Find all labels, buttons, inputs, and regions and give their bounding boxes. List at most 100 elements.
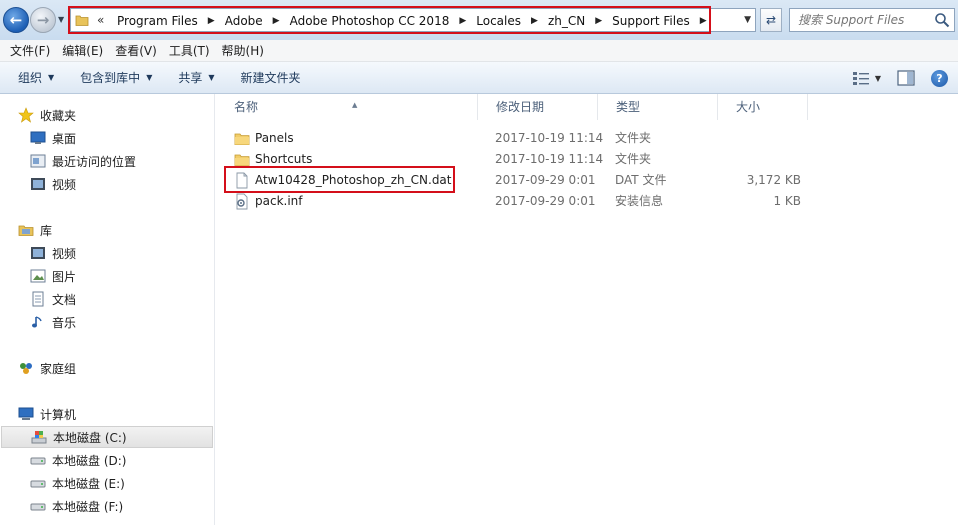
help-icon[interactable]: ? xyxy=(931,69,948,87)
breadcrumb-support-files[interactable]: Support Files xyxy=(608,14,694,28)
search-input[interactable] xyxy=(790,9,930,31)
file-row-dat[interactable]: Atw10428_Photoshop_zh_CN.dat 2017-09-29 … xyxy=(216,170,958,191)
drive-icon xyxy=(30,457,46,465)
breadcrumb-arrow-icon[interactable]: ▶ xyxy=(267,16,286,26)
preview-pane-icon[interactable] xyxy=(897,70,915,86)
file-date: 2017-09-29 0:01 xyxy=(495,173,596,187)
nav-item-desktop[interactable]: 桌面 xyxy=(30,127,76,149)
nav-item-videos-fav[interactable]: 视频 xyxy=(30,173,76,195)
column-header-type[interactable]: 类型 xyxy=(598,94,718,120)
back-button[interactable]: ← xyxy=(3,7,29,33)
nav-libraries[interactable]: 库 xyxy=(18,219,52,241)
organize-label: 组织 xyxy=(18,70,43,85)
recent-pages-dropdown[interactable]: ▼ xyxy=(58,16,68,24)
nav-drive-c[interactable]: 本地磁盘 (C:) xyxy=(1,426,213,448)
view-options-icon[interactable] xyxy=(851,69,873,87)
file-date: 2017-10-19 11:14 xyxy=(495,131,604,145)
column-header-size[interactable]: 大小 xyxy=(718,94,808,120)
chevron-down-icon: ▼ xyxy=(146,72,153,82)
nav-item-label: 本地磁盘 (E:) xyxy=(52,476,125,491)
nav-favorites[interactable]: 收藏夹 xyxy=(18,104,76,126)
nav-computer-label: 计算机 xyxy=(40,407,77,422)
breadcrumb-locales[interactable]: Locales xyxy=(472,14,525,28)
breadcrumb-arrow-icon[interactable]: ▶ xyxy=(589,16,608,26)
documents-icon xyxy=(32,291,44,307)
nav-item-videos[interactable]: 视频 xyxy=(30,242,76,264)
video-icon xyxy=(31,178,45,190)
include-library-label: 包含到库中 xyxy=(80,70,141,85)
folder-icon xyxy=(234,133,250,145)
forward-button[interactable]: → xyxy=(30,7,56,33)
breadcrumb: Program Files ▶ Adobe ▶ Adobe Photoshop … xyxy=(113,13,713,29)
file-type: 安装信息 xyxy=(615,194,664,208)
nav-item-label: 本地磁盘 (F:) xyxy=(52,499,124,514)
share-button[interactable]: 共享 ▼ xyxy=(170,66,222,90)
column-header-name[interactable]: 名称 ▲ xyxy=(216,94,478,120)
file-row-panels[interactable]: Panels 2017-10-19 11:14 文件夹 xyxy=(216,128,958,149)
computer-icon xyxy=(18,407,34,420)
breadcrumb-arrow-icon[interactable]: ▶ xyxy=(202,16,221,26)
folder-icon xyxy=(234,154,250,166)
nav-drive-d[interactable]: 本地磁盘 (D:) xyxy=(30,449,126,471)
breadcrumb-arrow-icon[interactable]: ▶ xyxy=(525,16,544,26)
nav-item-music[interactable]: 音乐 xyxy=(30,311,76,333)
file-size: 1 KB xyxy=(773,194,801,208)
nav-item-label: 音乐 xyxy=(52,315,77,330)
navigation-pane: 收藏夹 桌面 最近访问的位置 视频 库 视频 图片 文档 音乐 家庭组 计算机 … xyxy=(0,94,215,525)
breadcrumb-adobe[interactable]: Adobe xyxy=(221,14,267,28)
column-date-label: 修改日期 xyxy=(496,100,545,114)
column-type-label: 类型 xyxy=(616,100,641,114)
drive-icon xyxy=(30,480,46,488)
library-icon xyxy=(18,225,34,236)
nav-libraries-label: 库 xyxy=(40,223,53,238)
column-header-date[interactable]: 修改日期 xyxy=(478,94,598,120)
breadcrumb-program-files[interactable]: Program Files xyxy=(113,14,202,28)
nav-item-documents[interactable]: 文档 xyxy=(30,288,76,310)
include-in-library-button[interactable]: 包含到库中 ▼ xyxy=(72,66,160,90)
column-name-label: 名称 xyxy=(234,100,259,114)
star-icon xyxy=(18,107,34,123)
chevron-down-icon[interactable]: ▼ xyxy=(875,74,881,83)
nav-item-label: 图片 xyxy=(52,269,77,284)
breadcrumb-photoshop[interactable]: Adobe Photoshop CC 2018 xyxy=(286,14,454,28)
file-row-shortcuts[interactable]: Shortcuts 2017-10-19 11:14 文件夹 xyxy=(216,149,958,170)
share-label: 共享 xyxy=(178,70,203,85)
file-type: DAT 文件 xyxy=(615,173,667,187)
breadcrumb-arrow-icon[interactable]: ▶ xyxy=(453,16,472,26)
address-dropdown-icon[interactable]: ▼ xyxy=(744,15,751,25)
sort-ascending-icon: ▲ xyxy=(352,101,358,109)
file-date: 2017-09-29 0:01 xyxy=(495,194,596,208)
file-date: 2017-10-19 11:14 xyxy=(495,152,604,166)
nav-drive-f[interactable]: 本地磁盘 (F:) xyxy=(30,495,123,517)
search-box[interactable] xyxy=(789,8,955,32)
address-bar[interactable]: « Program Files ▶ Adobe ▶ Adobe Photosho… xyxy=(70,8,756,32)
search-icon[interactable] xyxy=(934,12,950,28)
nav-item-label: 视频 xyxy=(52,246,77,261)
nav-item-pictures[interactable]: 图片 xyxy=(30,265,76,287)
file-name: Panels xyxy=(255,131,294,145)
new-folder-button[interactable]: 新建文件夹 xyxy=(233,66,309,90)
breadcrumb-zh-cn[interactable]: zh_CN xyxy=(544,14,589,28)
organize-button[interactable]: 组织 ▼ xyxy=(10,66,62,90)
video-icon xyxy=(31,247,45,259)
address-overflow-chevron[interactable]: « xyxy=(97,13,104,27)
file-icon xyxy=(236,172,248,189)
file-name: Atw10428_Photoshop_zh_CN.dat xyxy=(255,173,452,187)
nav-homegroup[interactable]: 家庭组 xyxy=(18,357,76,379)
recent-places-icon xyxy=(30,154,46,168)
menu-edit[interactable]: 编辑(E) xyxy=(56,40,109,62)
nav-item-label: 本地磁盘 (D:) xyxy=(52,453,127,468)
breadcrumb-arrow-icon[interactable]: ▶ xyxy=(694,16,713,26)
menu-file[interactable]: 文件(F) xyxy=(4,40,56,62)
nav-item-label: 文档 xyxy=(52,292,77,307)
refresh-button[interactable]: ⇄ xyxy=(760,8,782,32)
nav-drive-e[interactable]: 本地磁盘 (E:) xyxy=(30,472,125,494)
menu-help[interactable]: 帮助(H) xyxy=(216,40,270,62)
music-icon xyxy=(32,316,42,328)
nav-computer[interactable]: 计算机 xyxy=(18,403,76,425)
desktop-icon xyxy=(30,131,46,144)
menu-view[interactable]: 查看(V) xyxy=(109,40,163,62)
nav-item-recent-places[interactable]: 最近访问的位置 xyxy=(30,150,136,172)
menu-tools[interactable]: 工具(T) xyxy=(163,40,216,62)
file-row-pack-inf[interactable]: pack.inf 2017-09-29 0:01 安装信息 1 KB xyxy=(216,191,958,212)
